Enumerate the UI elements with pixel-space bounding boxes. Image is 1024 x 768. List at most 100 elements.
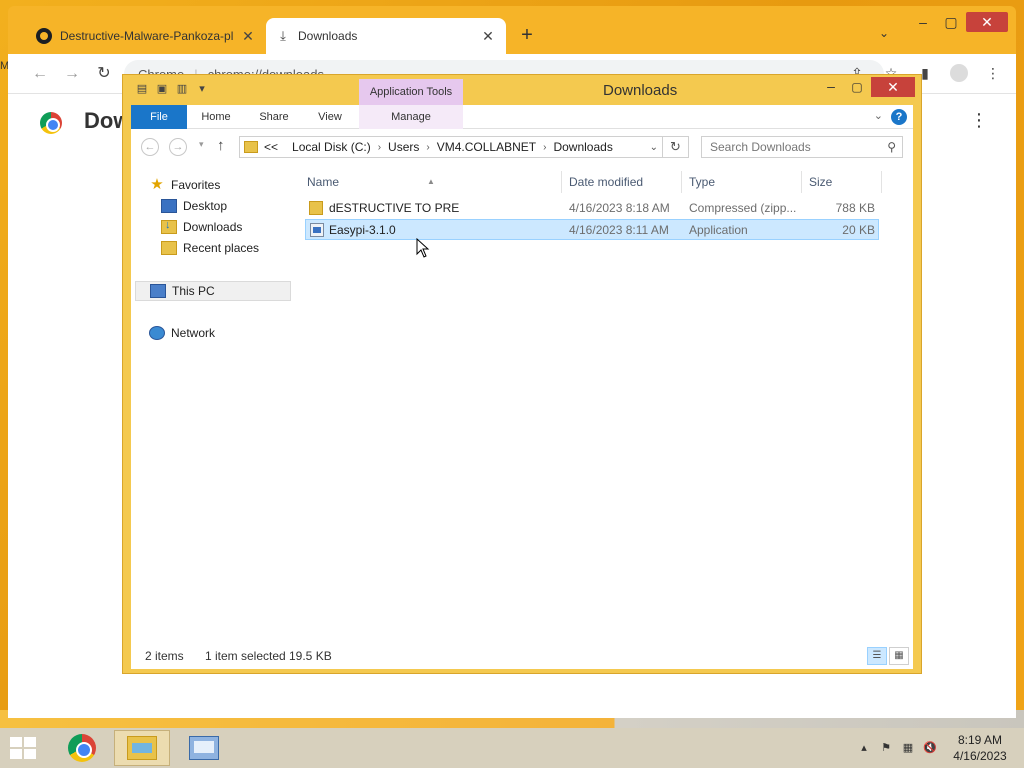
breadcrumb[interactable]: << Local Disk (C:) › Users › VM4.COLLABN… bbox=[239, 136, 663, 158]
nav-label: This PC bbox=[172, 284, 215, 298]
breadcrumb-local-disk[interactable]: Local Disk (C:) bbox=[292, 140, 371, 154]
up-button[interactable]: ↑ bbox=[217, 137, 225, 154]
chevron-right-icon[interactable]: › bbox=[426, 142, 429, 153]
windows-start-icon[interactable] bbox=[10, 737, 36, 759]
tab-view[interactable]: View bbox=[307, 105, 353, 129]
nav-this-pc[interactable]: This PC bbox=[135, 281, 291, 301]
tab-home[interactable]: Home bbox=[193, 105, 239, 129]
recent-locations-icon[interactable]: ▾ bbox=[199, 139, 204, 150]
maximize-button[interactable]: ▢ bbox=[936, 12, 966, 32]
back-button[interactable]: ← bbox=[30, 64, 50, 84]
new-tab-button[interactable]: + bbox=[516, 24, 538, 46]
quick-access-toolbar: ▤ ▣ ▥ ▾ bbox=[135, 82, 209, 96]
clock[interactable]: 8:19 AM 4/16/2023 bbox=[950, 732, 1010, 764]
reload-button[interactable]: ↻ bbox=[94, 64, 114, 84]
chrome-logo-icon bbox=[40, 112, 62, 134]
status-selection-size: 19.5 KB bbox=[289, 649, 332, 663]
forward-button[interactable]: → bbox=[62, 64, 82, 84]
column-divider[interactable] bbox=[801, 171, 802, 193]
clock-date: 4/16/2023 bbox=[953, 749, 1007, 763]
action-center-flag-icon[interactable]: ⚑ bbox=[878, 740, 894, 756]
search-icon: ⚲ bbox=[887, 140, 896, 154]
chevron-right-icon[interactable]: › bbox=[378, 142, 381, 153]
nav-desktop[interactable]: Desktop bbox=[161, 196, 227, 216]
file-name: dESTRUCTIVE TO PRE bbox=[329, 201, 460, 215]
tab-title: Destructive-Malware-Pankoza-pl bbox=[60, 29, 234, 43]
properties-icon[interactable]: ▣ bbox=[155, 82, 169, 96]
explorer-title-bar: ▤ ▣ ▥ ▾ Application Tools Downloads – ▢ … bbox=[123, 75, 921, 105]
breadcrumb-user-folder[interactable]: VM4.COLLABNET bbox=[437, 140, 536, 154]
column-header-type[interactable]: Type bbox=[689, 171, 801, 193]
tab-manage[interactable]: Manage bbox=[359, 105, 463, 129]
nav-downloads[interactable]: Downloads bbox=[161, 217, 242, 237]
tab-downloads[interactable]: ⤓ Downloads ✕ bbox=[266, 18, 506, 54]
explorer-title: Downloads bbox=[603, 82, 678, 99]
back-button[interactable]: ← bbox=[141, 138, 159, 156]
close-icon[interactable]: ✕ bbox=[480, 28, 496, 45]
system-tray: ▴ ⚑ ▦ 🔇 8:19 AM 4/16/2023 bbox=[856, 728, 1010, 768]
tab-title: Downloads bbox=[298, 29, 358, 43]
nav-favorites[interactable]: ★ Favorites bbox=[149, 175, 220, 195]
search-input[interactable]: Search Downloads ⚲ bbox=[701, 136, 903, 158]
navigation-pane: ★ Favorites Desktop Downloads Recent pla… bbox=[131, 165, 297, 643]
column-header-date[interactable]: Date modified bbox=[569, 171, 681, 193]
column-header-name[interactable]: Name ▲ bbox=[307, 171, 557, 193]
network-status-icon[interactable]: ▦ bbox=[900, 740, 916, 756]
tab-file[interactable]: File bbox=[131, 105, 187, 129]
chevron-down-icon[interactable]: ⌄ bbox=[650, 142, 658, 153]
minimize-button[interactable]: – bbox=[908, 12, 938, 32]
page-menu-kebab-icon[interactable]: ⋮ bbox=[970, 110, 988, 131]
folder-icon[interactable]: ▤ bbox=[135, 82, 149, 96]
menu-kebab-icon[interactable]: ⋮ bbox=[984, 64, 1002, 82]
file-row-selected[interactable]: Easypi-3.1.0 4/16/2023 8:11 AM Applicati… bbox=[305, 219, 879, 240]
column-divider[interactable] bbox=[881, 171, 882, 193]
help-icon[interactable]: ? bbox=[891, 109, 907, 125]
refresh-button[interactable]: ↻ bbox=[663, 136, 689, 158]
volume-muted-icon[interactable]: 🔇 bbox=[922, 740, 938, 756]
chrome-tab-strip: Destructive-Malware-Pankoza-pl ✕ ⤓ Downl… bbox=[8, 6, 1016, 54]
chevron-right-icon[interactable]: › bbox=[543, 142, 546, 153]
breadcrumb-users[interactable]: Users bbox=[388, 140, 419, 154]
zip-folder-icon bbox=[309, 201, 323, 215]
nav-recent-places[interactable]: Recent places bbox=[161, 238, 259, 258]
profile-avatar[interactable] bbox=[950, 64, 968, 82]
address-bar-row: ← → ▾ ↑ << Local Disk (C:) › Users › VM4… bbox=[131, 129, 913, 165]
nav-label: Downloads bbox=[183, 220, 243, 234]
taskbar-file-explorer[interactable] bbox=[114, 730, 170, 766]
close-icon[interactable]: ✕ bbox=[240, 28, 256, 45]
show-hidden-icons-icon[interactable]: ▴ bbox=[856, 740, 872, 756]
details-view-icon[interactable]: ☰ bbox=[867, 647, 887, 665]
status-bar: 2 items 1 item selected 19.5 KB ☰ ▦ bbox=[131, 643, 913, 669]
breadcrumb-downloads[interactable]: Downloads bbox=[553, 140, 612, 154]
ribbon-tabs: File Home Share View Manage ⌄ ? bbox=[131, 105, 913, 129]
forward-button[interactable]: → bbox=[169, 138, 187, 156]
application-icon bbox=[310, 223, 324, 237]
maximize-button[interactable]: ▢ bbox=[847, 77, 867, 97]
chevron-down-icon[interactable]: ⌄ bbox=[876, 26, 892, 42]
customize-qat-icon[interactable]: ▾ bbox=[195, 82, 209, 96]
new-folder-icon[interactable]: ▥ bbox=[175, 82, 189, 96]
sort-ascending-icon: ▲ bbox=[427, 177, 435, 186]
close-window-button[interactable]: ✕ bbox=[871, 77, 915, 97]
breadcrumb-overflow[interactable]: << bbox=[264, 140, 278, 154]
tab-github[interactable]: Destructive-Malware-Pankoza-pl ✕ bbox=[26, 18, 266, 54]
status-item-count: 2 items bbox=[145, 649, 184, 663]
column-divider[interactable] bbox=[561, 171, 562, 193]
tab-share[interactable]: Share bbox=[251, 105, 297, 129]
minimize-button[interactable]: – bbox=[821, 77, 841, 97]
nav-label: Network bbox=[171, 326, 216, 340]
mouse-cursor-icon bbox=[416, 237, 430, 258]
computer-icon bbox=[150, 284, 166, 298]
taskbar-chrome[interactable] bbox=[54, 730, 110, 766]
expand-ribbon-icon[interactable]: ⌄ bbox=[874, 109, 883, 122]
column-header-size[interactable]: Size bbox=[809, 171, 879, 193]
taskbar-remote-desktop[interactable] bbox=[176, 730, 232, 766]
page-title: Downloads bbox=[84, 108, 124, 133]
remote-desktop-icon bbox=[189, 736, 219, 760]
large-icons-view-icon[interactable]: ▦ bbox=[889, 647, 909, 665]
file-type: Compressed (zipp... bbox=[689, 201, 797, 215]
file-row[interactable]: dESTRUCTIVE TO PRE 4/16/2023 8:18 AM Com… bbox=[305, 198, 879, 219]
nav-network[interactable]: Network bbox=[149, 323, 215, 343]
column-divider[interactable] bbox=[681, 171, 682, 193]
close-window-button[interactable]: ✕ bbox=[966, 12, 1008, 32]
